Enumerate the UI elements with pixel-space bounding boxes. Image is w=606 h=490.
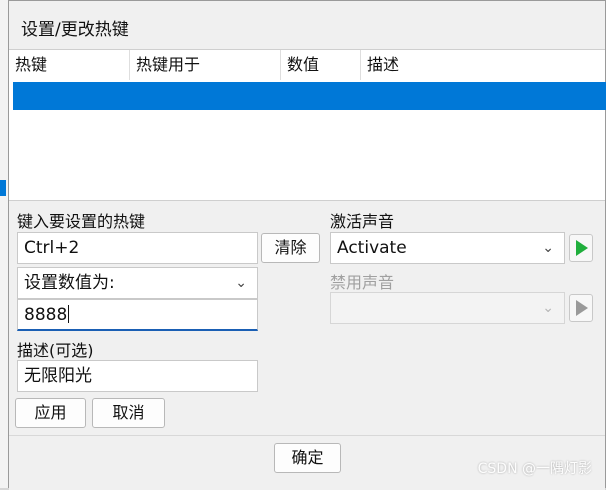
- activate-sound-value: Activate: [337, 238, 407, 258]
- text-caret: [68, 305, 70, 323]
- activate-sound-select[interactable]: Activate ⌄: [330, 232, 565, 264]
- description-label: 描述(可选): [17, 341, 94, 360]
- action-select-value: 设置数值为:: [24, 273, 115, 293]
- column-header-value[interactable]: 数值: [281, 50, 361, 80]
- background-selection-marker: [0, 180, 6, 196]
- dialog-title: 设置/更改热键: [21, 20, 129, 40]
- deactivate-sound-label: 禁用声音: [330, 273, 395, 292]
- action-select[interactable]: 设置数值为: ⌄: [17, 267, 258, 299]
- value-input-text: 8888: [24, 305, 68, 325]
- value-input[interactable]: 8888: [17, 299, 258, 331]
- play-deactivate-sound-button[interactable]: [569, 294, 593, 322]
- cancel-button[interactable]: 取消: [92, 398, 165, 428]
- play-icon: [576, 300, 588, 316]
- activate-sound-label: 激活声音: [330, 212, 395, 231]
- hotkey-input-label: 键入要设置的热键: [17, 212, 146, 231]
- chevron-down-icon: ⌄: [235, 275, 247, 291]
- deactivate-sound-select[interactable]: ⌄: [330, 292, 565, 324]
- hotkey-input[interactable]: Ctrl+2: [17, 232, 258, 264]
- list-header: 热键 热键用于 数值 描述: [9, 50, 605, 80]
- hotkey-list[interactable]: 热键 热键用于 数值 描述: [9, 49, 606, 201]
- play-activate-sound-button[interactable]: [569, 234, 593, 262]
- chevron-down-icon: ⌄: [542, 300, 554, 316]
- watermark-text: CSDN @一隅灯影: [477, 461, 592, 477]
- column-header-description[interactable]: 描述: [361, 50, 605, 80]
- column-header-hotkey-used-for[interactable]: 热键用于: [130, 50, 281, 80]
- selected-table-row[interactable]: [13, 82, 606, 110]
- hotkey-dialog: 设置/更改热键 热键 热键用于 数值 描述 键入要设置的热键 Ctrl+2 清除…: [8, 0, 606, 490]
- dialog-titlebar[interactable]: 设置/更改热键: [9, 1, 605, 49]
- column-header-hotkey[interactable]: 热键: [9, 50, 130, 80]
- clear-button[interactable]: 清除: [261, 233, 320, 263]
- ok-button[interactable]: 确定: [274, 443, 341, 473]
- play-icon: [576, 240, 588, 256]
- apply-button[interactable]: 应用: [15, 398, 86, 428]
- description-input[interactable]: 无限阳光: [17, 360, 258, 392]
- chevron-down-icon: ⌄: [542, 240, 554, 256]
